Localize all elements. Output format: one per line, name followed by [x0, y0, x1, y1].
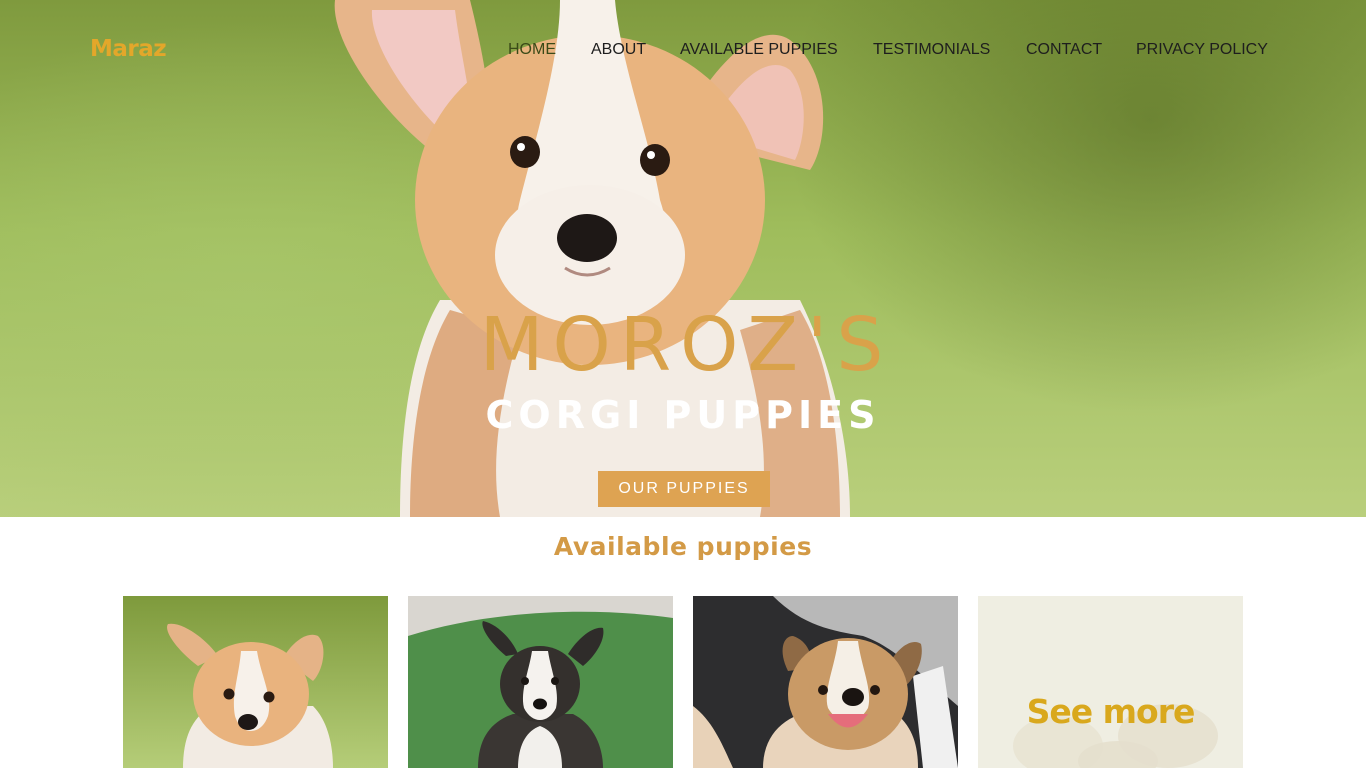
hero-banner: Maraz HOME ABOUT AVAILABLE PUPPIES TESTI…: [0, 0, 1366, 517]
main-nav: HOME ABOUT AVAILABLE PUPPIES TESTIMONIAL…: [0, 40, 1366, 62]
nav-privacy-policy-link[interactable]: PRIVACY POLICY: [1136, 40, 1268, 60]
nav-available-puppies-link[interactable]: AVAILABLE PUPPIES: [680, 40, 838, 60]
nav-testimonials-link[interactable]: TESTIMONIALS: [873, 40, 990, 60]
hero-title: MOROZ'S: [479, 302, 893, 388]
corgi-puppy-image: [123, 596, 388, 768]
nav-contact-link[interactable]: CONTACT: [1026, 40, 1102, 60]
hero-corgi-image: [334, 0, 850, 517]
available-puppies-heading: Available puppies: [553, 532, 813, 561]
see-more-background-image: [978, 596, 1243, 768]
nav-home-link[interactable]: HOME: [508, 40, 556, 60]
our-puppies-button[interactable]: OUR PUPPIES: [598, 471, 770, 507]
see-more-label[interactable]: See more: [978, 692, 1243, 731]
hero-subtitle: CORGI PUPPIES: [485, 393, 881, 437]
tricolor-corgi-puppy-image: [408, 596, 673, 768]
see-more-card[interactable]: See more: [978, 596, 1243, 768]
puppy-card[interactable]: [693, 596, 958, 768]
puppy-card[interactable]: [408, 596, 673, 768]
smiling-corgi-puppy-image: [693, 596, 958, 768]
nav-about-link[interactable]: ABOUT: [591, 40, 646, 60]
puppy-card[interactable]: [123, 596, 388, 768]
